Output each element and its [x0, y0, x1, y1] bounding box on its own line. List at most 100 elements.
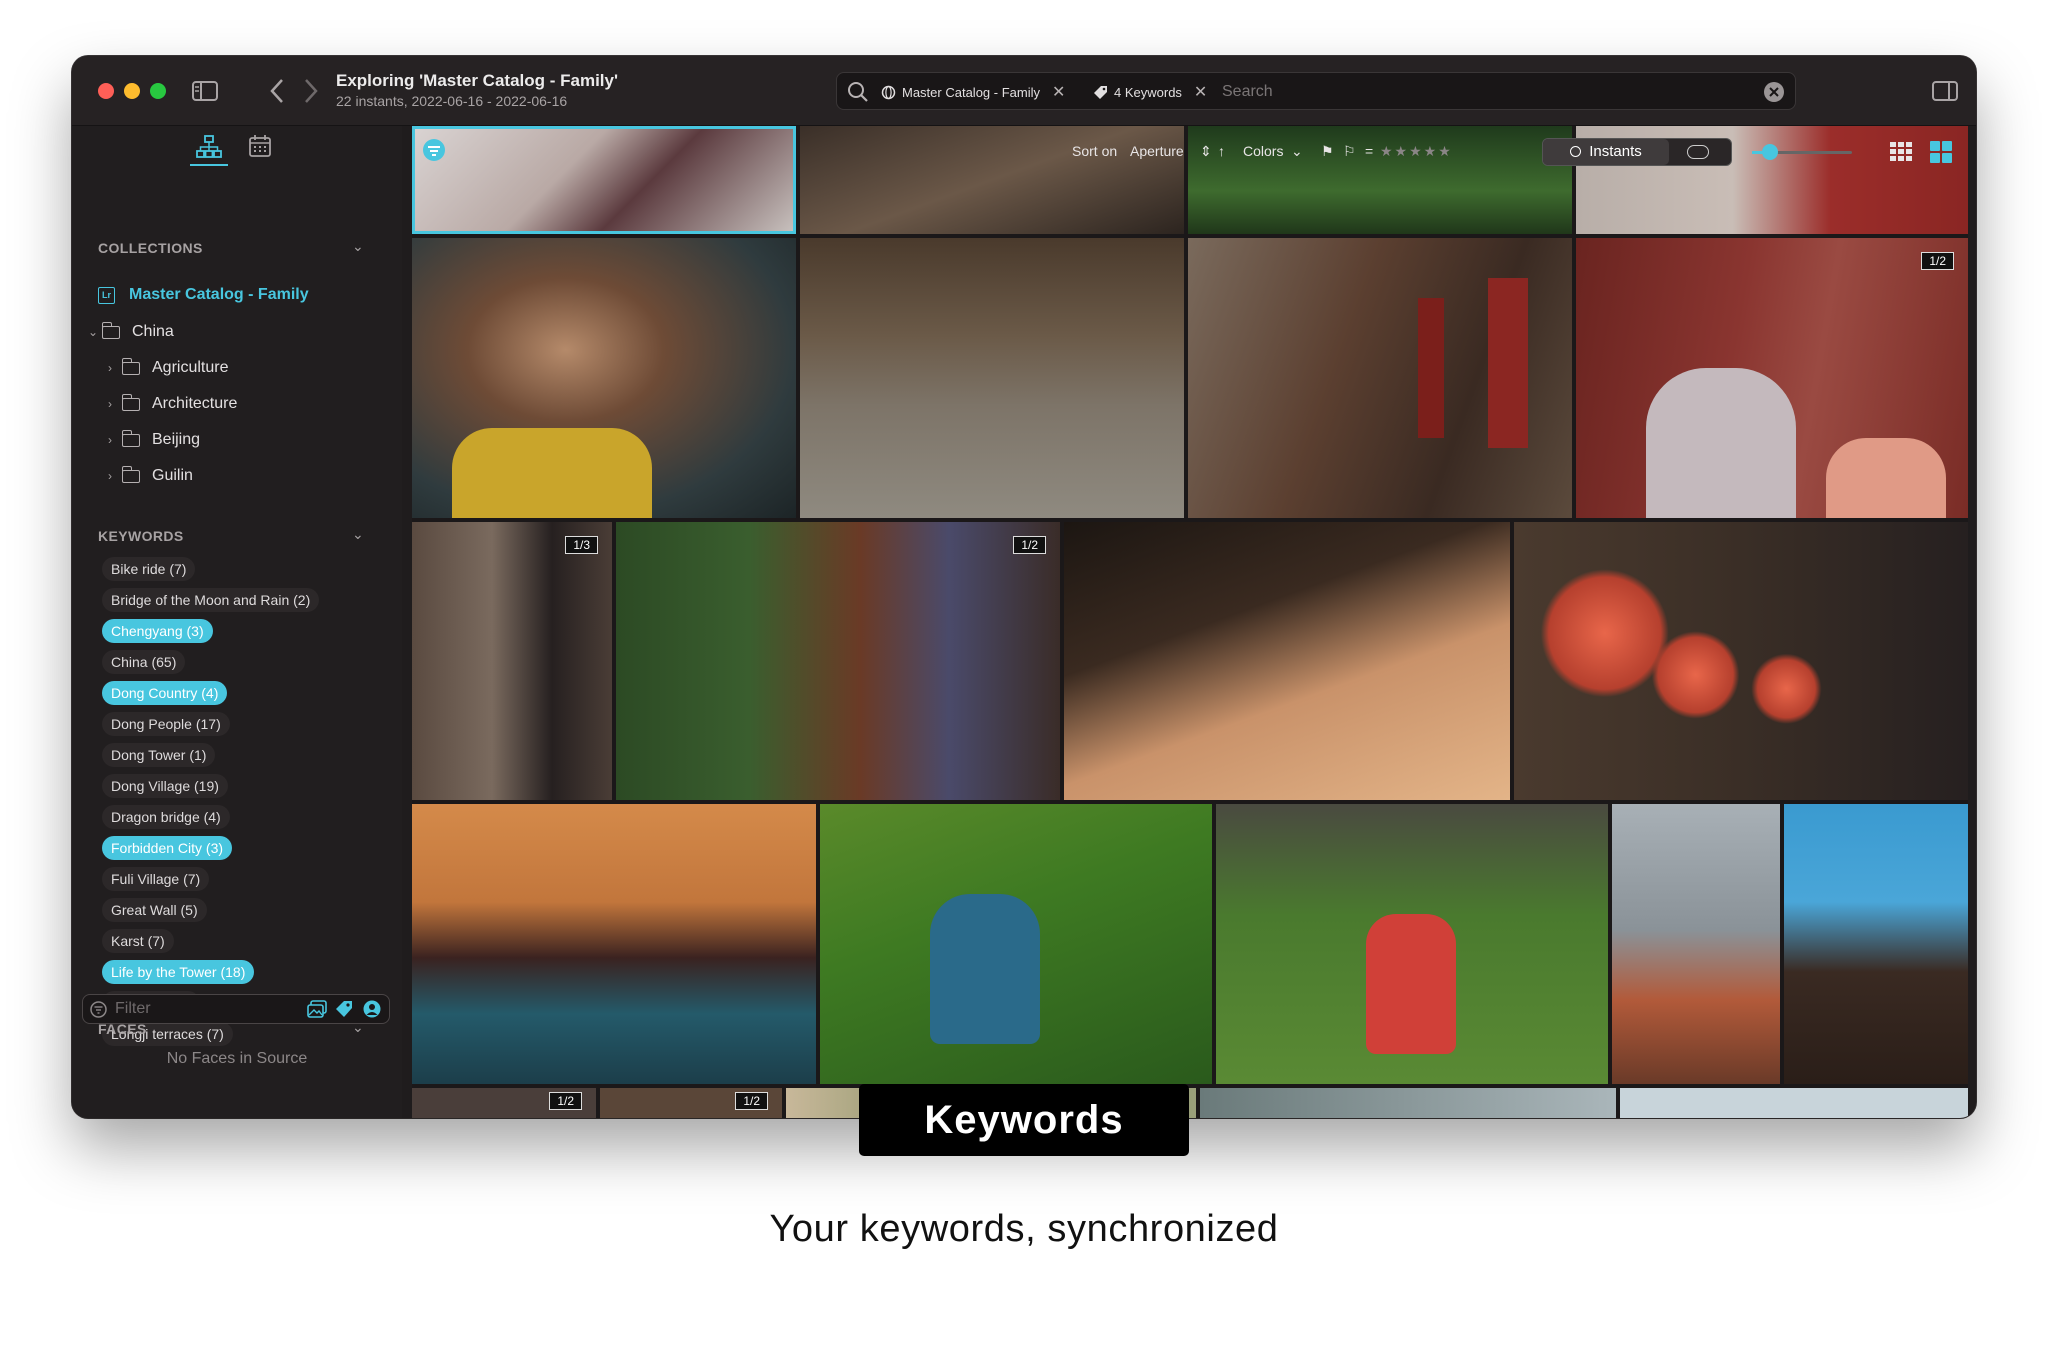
keywords-chevron-icon[interactable]: ⌄ [352, 526, 364, 543]
page: Exploring 'Master Catalog - Family' 22 i… [0, 0, 2048, 1360]
photo-thumbnail[interactable] [1784, 804, 1968, 1084]
keyword-pill[interactable]: Dong People (17) [102, 712, 230, 736]
keyword-pill[interactable]: Karst (7) [102, 929, 174, 953]
stack-badge: 1/2 [1921, 252, 1954, 270]
chevron-right-icon[interactable]: › [108, 397, 122, 411]
photo-thumbnail[interactable] [1200, 1088, 1616, 1118]
tree-item-guilin[interactable]: › Guilin [108, 465, 193, 485]
reject-flag-icon[interactable]: ⚐ [1343, 143, 1356, 160]
keyword-pill[interactable]: Great Wall (5) [102, 898, 207, 922]
thumbnail-size-slider[interactable] [1752, 144, 1852, 160]
photo-thumbnail[interactable] [412, 238, 796, 518]
photo-detail [1826, 438, 1946, 518]
tag-filter-icon[interactable] [335, 1000, 353, 1018]
photo-thumbnail[interactable] [1216, 804, 1608, 1084]
remove-catalog-token-icon[interactable]: ✕ [1052, 82, 1065, 102]
close-window-button[interactable] [98, 83, 114, 99]
photo-thumbnail[interactable]: 1/2 [412, 1088, 596, 1118]
flag-icon[interactable]: ⚑ [1321, 143, 1334, 160]
inspector-toggle-icon[interactable] [1932, 81, 1958, 101]
search-token-keywords[interactable]: 4 Keywords ✕ [1093, 82, 1207, 102]
tree-item-beijing[interactable]: › Beijing [108, 429, 201, 449]
forward-icon[interactable] [304, 78, 318, 104]
tag-icon [1094, 85, 1107, 99]
keyword-pill[interactable]: Chengyang (3) [102, 619, 213, 643]
back-icon[interactable] [270, 78, 284, 104]
instants-segment[interactable]: Instants [1543, 139, 1669, 165]
grid-large-view-icon[interactable] [1930, 141, 1952, 163]
colors-chevron-icon[interactable]: ⌄ [1291, 143, 1303, 160]
photo-thumbnail[interactable] [412, 804, 816, 1084]
photo-thumbnail[interactable] [412, 126, 796, 234]
search-input[interactable]: Search [1222, 83, 1273, 101]
catalog-label: Master Catalog - Family [129, 286, 309, 303]
rating-operator[interactable]: = [1365, 143, 1373, 159]
chevron-right-icon[interactable]: › [108, 469, 122, 483]
grid-small-view-icon[interactable] [1890, 142, 1912, 162]
filter-input[interactable]: Filter [115, 1000, 151, 1018]
marketing-caption: Your keywords, synchronized [769, 1208, 1279, 1250]
photo-thumbnail[interactable]: 1/2 [1576, 238, 1968, 518]
photo-thumbnail[interactable] [1064, 522, 1510, 800]
photo-grid: Sort on Aperture ⇕ ↑ Colors ⌄ ⚑ ⚐ = ★★★★… [412, 126, 1968, 1118]
slider-knob[interactable] [1762, 144, 1778, 160]
keyword-pill[interactable]: Bridge of the Moon and Rain (2) [102, 588, 320, 612]
keywords-header: KEYWORDS [98, 528, 184, 544]
keyword-pill[interactable]: Forbidden City (3) [102, 836, 233, 860]
photo-thumbnail[interactable]: 1/2 [616, 522, 1060, 800]
keyword-pill[interactable]: Dragon bridge (4) [102, 805, 230, 829]
calendar-tab-icon[interactable] [248, 134, 272, 158]
chevron-right-icon[interactable]: › [108, 361, 122, 375]
chevron-right-icon[interactable]: › [108, 433, 122, 447]
sidebar-toggle-icon[interactable] [192, 81, 218, 101]
tree-item-agriculture[interactable]: › Agriculture [108, 357, 228, 377]
chevron-down-icon[interactable]: ⌄ [88, 325, 102, 339]
photo-thumbnail[interactable] [1620, 1088, 1968, 1118]
catalog-globe-icon [881, 85, 896, 99]
toggle-segment-icon[interactable] [1687, 145, 1709, 159]
tree-item-label: Beijing [152, 431, 201, 448]
photos-filter-icon[interactable] [307, 1000, 327, 1018]
catalog-item[interactable]: Lr Master Catalog - Family [98, 286, 309, 304]
sort-direction-icon[interactable]: ↑ [1218, 143, 1225, 159]
window-title: Exploring 'Master Catalog - Family' [336, 71, 619, 90]
photo-thumbnail[interactable]: 1/2 [600, 1088, 782, 1118]
photo-thumbnail[interactable] [820, 804, 1212, 1084]
colors-dropdown[interactable]: Colors [1243, 143, 1283, 159]
keyword-pill[interactable]: China (65) [102, 650, 186, 674]
photo-detail [1646, 368, 1796, 518]
photo-thumbnail[interactable] [800, 238, 1184, 518]
star-rating-filter[interactable]: ★★★★★ [1380, 143, 1453, 160]
collections-header: COLLECTIONS [98, 240, 203, 256]
search-bar[interactable]: Master Catalog - Family ✕ 4 Keywords ✕ S… [836, 72, 1796, 110]
collections-chevron-icon[interactable]: ⌄ [352, 238, 364, 255]
person-filter-icon[interactable] [363, 1000, 381, 1018]
keyword-pill[interactable]: Dong Country (4) [102, 681, 228, 705]
photo-thumbnail[interactable] [1514, 522, 1968, 800]
zoom-window-button[interactable] [150, 83, 166, 99]
sort-stepper-icon[interactable]: ⇕ [1200, 143, 1212, 160]
keyword-pill[interactable]: Dong Village (19) [102, 774, 228, 798]
keyword-pill[interactable]: Fuli Village (7) [102, 867, 210, 891]
view-mode-segmented-control[interactable]: Instants [1542, 138, 1732, 166]
remove-keywords-token-icon[interactable]: ✕ [1194, 82, 1207, 102]
search-token-catalog[interactable]: Master Catalog - Family ✕ [881, 82, 1065, 102]
keyword-pill[interactable]: Dong Tower (1) [102, 743, 216, 767]
photo-thumbnail[interactable] [1612, 804, 1780, 1084]
photo-thumbnail[interactable] [1188, 238, 1572, 518]
title-bar: Exploring 'Master Catalog - Family' 22 i… [72, 56, 1976, 126]
filter-field[interactable]: Filter [82, 994, 390, 1024]
keyword-pill[interactable]: Bike ride (7) [102, 557, 196, 581]
tree-item-china[interactable]: ⌄ China [88, 321, 174, 341]
stack-badge: 1/2 [549, 1092, 582, 1110]
sort-dropdown[interactable]: Aperture [1130, 143, 1184, 159]
keyword-pill[interactable]: Life by the Tower (18) [102, 960, 255, 984]
grid-toolbar: Sort on Aperture ⇕ ↑ Colors ⌄ ⚑ ⚐ = ★★★★… [1072, 138, 1892, 168]
minimize-window-button[interactable] [124, 83, 140, 99]
filter-active-icon[interactable] [422, 138, 446, 162]
photo-thumbnail[interactable]: 1/3 [412, 522, 612, 800]
tree-item-architecture[interactable]: › Architecture [108, 393, 237, 413]
hierarchy-tab-icon[interactable] [196, 134, 222, 160]
instants-icon [1570, 146, 1582, 157]
clear-search-icon[interactable] [1763, 81, 1785, 103]
